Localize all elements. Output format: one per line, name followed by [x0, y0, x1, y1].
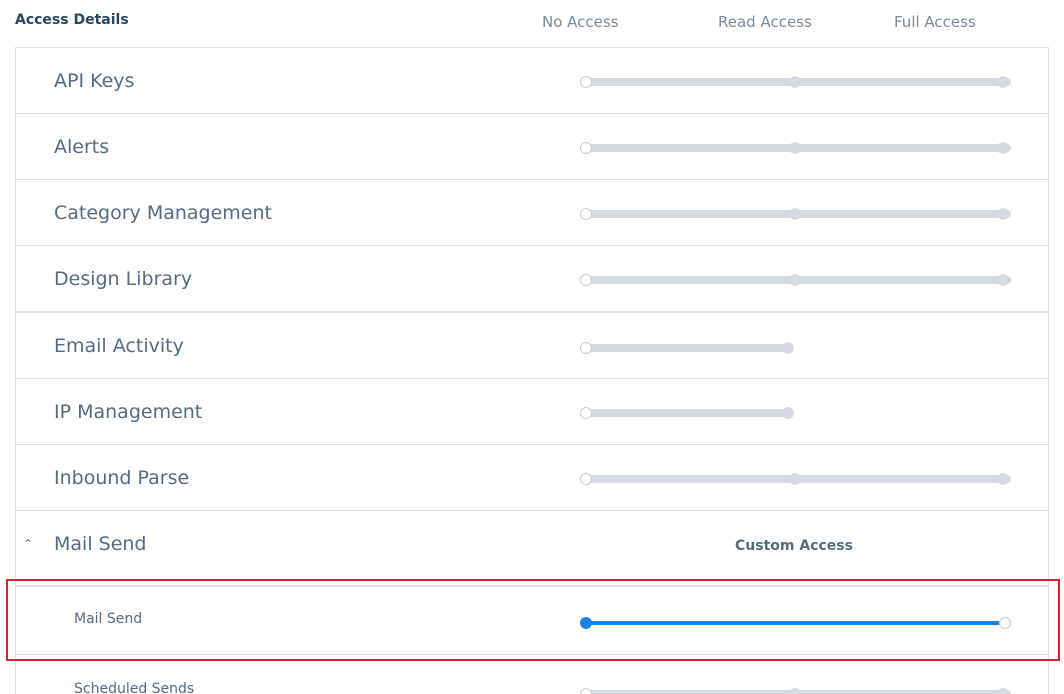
- slider-no-access-handle[interactable]: [580, 274, 592, 286]
- slider-track[interactable]: [583, 409, 792, 417]
- row-label: API Keys: [54, 70, 135, 92]
- access-row-ip-management: IP Management: [16, 379, 1048, 445]
- custom-access-label: Custom Access: [735, 538, 853, 554]
- row-label: Mail Send: [74, 611, 143, 627]
- slider-read-access-stop[interactable]: [789, 274, 801, 286]
- access-row-email-activity: Email Activity: [16, 312, 1048, 379]
- slider-no-access-handle[interactable]: [580, 473, 592, 485]
- slider-no-access-handle[interactable]: [580, 142, 592, 154]
- page-title: Access Details: [15, 12, 129, 28]
- access-group-mail-send[interactable]: ⌃ Mail Send Custom Access: [16, 511, 1048, 587]
- row-label: IP Management: [54, 401, 203, 423]
- slider-read-access-stop[interactable]: [789, 473, 801, 485]
- row-label: Category Management: [54, 202, 272, 224]
- access-row-design-library: Design Library: [16, 246, 1048, 312]
- row-label: Scheduled Sends: [74, 681, 195, 694]
- slider-full-access-stop[interactable]: [997, 142, 1009, 154]
- column-header-read-access: Read Access: [718, 13, 812, 31]
- slider-read-access-stop[interactable]: [789, 76, 801, 88]
- access-details-panel: Access Details No Access Read Access Ful…: [0, 0, 1064, 694]
- slider-read-access-stop[interactable]: [789, 142, 801, 154]
- access-row-inbound-parse: Inbound Parse: [16, 445, 1048, 511]
- slider-read-access-stop[interactable]: [789, 688, 801, 694]
- access-row-category-management: Category Management: [16, 180, 1048, 246]
- row-label: Email Activity: [54, 335, 184, 357]
- column-header-no-access: No Access: [542, 13, 619, 31]
- slider-full-access-stop[interactable]: [999, 617, 1011, 629]
- access-subrow-mail-send: Mail Send: [16, 587, 1048, 655]
- slider-track[interactable]: [583, 344, 792, 352]
- row-label: Alerts: [54, 136, 110, 158]
- row-label: Inbound Parse: [54, 467, 190, 489]
- slider-full-access-stop[interactable]: [997, 208, 1009, 220]
- access-subrow-scheduled-sends: Scheduled Sends: [16, 655, 1048, 694]
- slider-full-access-stop[interactable]: [997, 76, 1009, 88]
- slider-full-access-stop[interactable]: [997, 274, 1009, 286]
- access-row-alerts: Alerts: [16, 114, 1048, 180]
- slider-no-access-handle[interactable]: [580, 342, 592, 354]
- slider-read-access-stop[interactable]: [789, 208, 801, 220]
- column-header-full-access: Full Access: [894, 13, 976, 31]
- slider-no-access-handle[interactable]: [580, 688, 592, 694]
- slider-read-access-stop[interactable]: [782, 342, 794, 354]
- slider-no-access-handle[interactable]: [580, 407, 592, 419]
- slider-full-access-stop[interactable]: [997, 473, 1009, 485]
- slider-no-access-handle[interactable]: [580, 617, 592, 629]
- slider-no-access-handle[interactable]: [580, 76, 592, 88]
- slider-track[interactable]: [586, 621, 1002, 625]
- group-label: Mail Send: [54, 533, 147, 555]
- slider-no-access-handle[interactable]: [580, 208, 592, 220]
- slider-read-access-stop[interactable]: [782, 407, 794, 419]
- access-row-api-keys: API Keys: [16, 48, 1048, 114]
- slider-full-access-stop[interactable]: [997, 688, 1009, 694]
- access-table: API Keys Alerts Category Management Desi…: [15, 47, 1049, 694]
- row-label: Design Library: [54, 268, 193, 290]
- chevron-up-icon[interactable]: ⌃: [23, 537, 33, 551]
